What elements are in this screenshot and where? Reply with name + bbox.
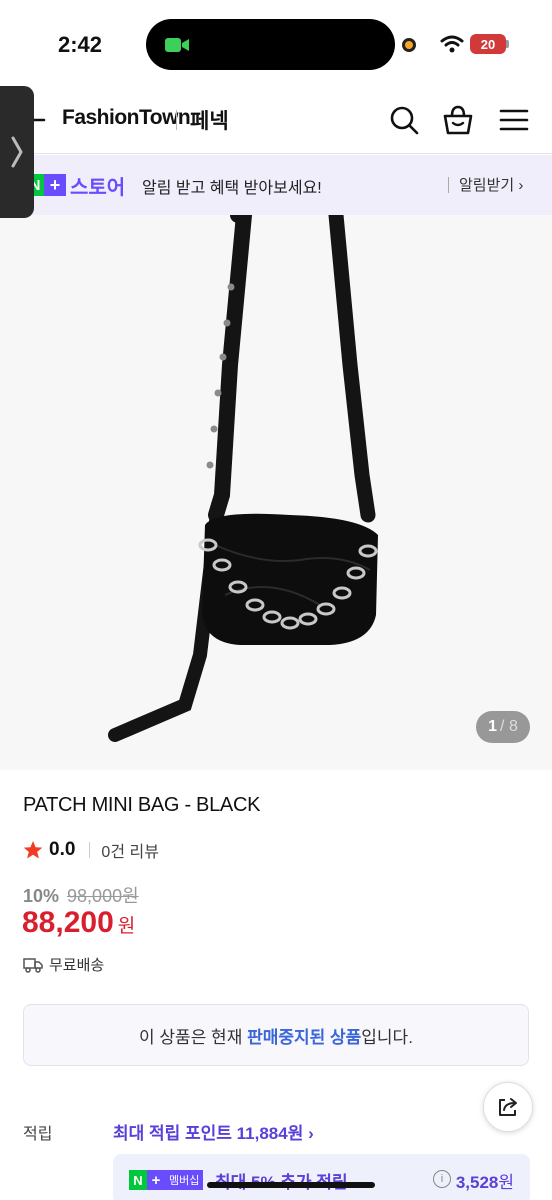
rating-divider [89, 842, 91, 858]
rating-value: 0.0 [49, 839, 76, 860]
membership-badge-plus: + [147, 1170, 165, 1190]
subscribe-alert-button[interactable]: 알림받기 › [459, 174, 523, 195]
product-title: PATCH MINI BAG - BLACK [23, 794, 261, 816]
membership-value: 3,528원 [456, 1168, 514, 1193]
banner-store-label: 스토어 [70, 177, 126, 199]
notice-prefix: 이 상품은 현재 [139, 1027, 243, 1047]
brand-divider [176, 110, 177, 130]
original-price: 98,000원 [67, 886, 139, 906]
banner-divider [448, 177, 449, 193]
store-name[interactable]: 페넥 [190, 105, 229, 135]
sale-stopped-notice: 이 상품은 현재 판매중지된 상품 입니다. [23, 1004, 529, 1066]
discount-row: 10% 98,000원 [23, 882, 139, 908]
product-image[interactable]: 1 / 8 [0, 215, 552, 770]
membership-badge: N + 멤버십 [129, 1170, 204, 1190]
banner-message: 알림 받고 혜택 받아보세요! [142, 180, 322, 197]
image-counter-total: / 8 [500, 718, 518, 735]
battery-icon: 20 [470, 34, 506, 54]
price-row: 88,200 원 [22, 906, 135, 940]
membership-badge-n: N [129, 1170, 147, 1190]
shipping-text: 무료배송 [49, 957, 105, 974]
home-indicator[interactable] [207, 1182, 375, 1188]
image-counter-current: 1 [488, 718, 498, 735]
dynamic-island [146, 19, 395, 70]
badge-plus: + [44, 174, 66, 196]
star-icon [23, 841, 43, 859]
brand-logo[interactable]: FashionTown [62, 106, 191, 130]
side-panel-handle[interactable] [0, 86, 34, 218]
bag-photo [108, 215, 378, 742]
menu-icon[interactable] [498, 104, 530, 136]
membership-benefit[interactable]: N + 멤버십 최대 5% 추가 적립 i 3,528원 [113, 1154, 530, 1200]
membership-value-unit: 원 [498, 1173, 514, 1192]
truck-icon [23, 957, 43, 973]
app-header: FashionTown 페넥 [0, 88, 552, 154]
notification-banner[interactable]: N + 스토어 알림 받고 혜택 받아보세요! 알림받기 › [0, 155, 552, 215]
membership-badge-tag: 멤버십 [165, 1170, 204, 1190]
rating-row[interactable]: 0.0 0건 리뷰 [23, 838, 159, 862]
status-bar: 2:42 20 [0, 0, 552, 88]
wifi-icon [440, 35, 464, 53]
points-label: 적립 [23, 1126, 53, 1143]
sale-price: 88,200 [22, 906, 114, 939]
shipping-row: 무료배송 [23, 954, 104, 975]
notice-suffix: 입니다. [361, 1027, 413, 1047]
info-icon[interactable]: i [433, 1170, 451, 1188]
points-link[interactable]: 최대 적립 포인트 11,884원 › [113, 1119, 314, 1144]
price-unit: 원 [117, 916, 136, 937]
chevron-right-icon [11, 136, 23, 168]
notice-highlight: 판매중지된 상품 [247, 1027, 362, 1047]
image-counter: 1 / 8 [476, 711, 530, 743]
search-icon[interactable] [388, 104, 420, 136]
status-time: 2:42 [58, 32, 103, 57]
discount-rate: 10% [23, 886, 60, 906]
battery-cap [506, 40, 509, 48]
cart-icon[interactable] [442, 104, 474, 136]
membership-value-number: 3,528 [455, 1173, 499, 1192]
facetime-icon [165, 38, 189, 52]
privacy-indicator-icon [402, 38, 416, 52]
share-icon [499, 1098, 517, 1116]
share-button[interactable] [483, 1082, 533, 1132]
membership-text: 최대 5% 추가 적립 [215, 1168, 348, 1193]
review-count-link[interactable]: 0건 리뷰 [101, 838, 159, 862]
